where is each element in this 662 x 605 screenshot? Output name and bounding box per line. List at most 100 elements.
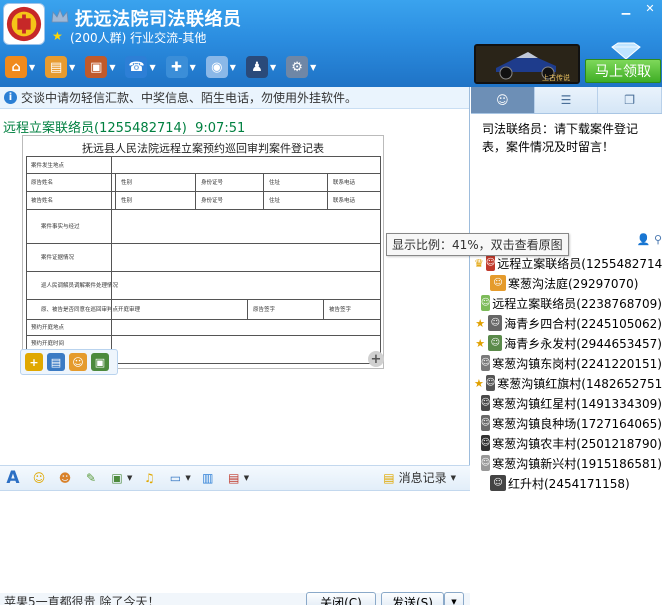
- zoom-tooltip: 显示比例：41%，双击查看原图: [386, 233, 569, 256]
- add-image-icon[interactable]: +: [25, 353, 43, 371]
- group-announcement: 司法联络员：请下载案件登记表，案件情况及时留言！: [482, 122, 639, 154]
- doodle-icon: ✎: [85, 471, 97, 485]
- forward-image-icon[interactable]: ☺: [69, 353, 87, 371]
- table-cell: 住址: [269, 198, 281, 204]
- table-col-divider: [111, 191, 112, 209]
- list-item[interactable]: ☺ 红升村(2454171158): [471, 473, 662, 493]
- role-badge-empty: [474, 416, 479, 430]
- toolbar-settings-button[interactable]: ⚙ ▼: [283, 54, 319, 80]
- role-badge-icon: ★: [475, 316, 486, 330]
- toolbar-board-button[interactable]: ✚ ▼: [163, 54, 199, 80]
- toolbar-album-button[interactable]: ▣ ▼: [82, 54, 118, 80]
- message-time: 9:07:51: [195, 121, 246, 136]
- input-more-button[interactable]: ▤ ▼: [223, 468, 251, 488]
- claim-now-button[interactable]: 马上领取: [585, 59, 661, 83]
- member-avatar-icon: ☺: [480, 295, 491, 311]
- toolbar-home-button[interactable]: ⌂ ▼: [2, 54, 38, 80]
- main-toolbar: ⌂ ▼ ▤ ▼ ▣ ▼ ☎ ▼ ✚ ▼ ◉ ▼ ♟ ▼ ⚙ ▼: [2, 54, 319, 80]
- close-button[interactable]: 关闭(C): [306, 592, 376, 605]
- tab-list[interactable]: ☰: [535, 87, 599, 113]
- group-avatar[interactable]: [3, 3, 45, 45]
- table-col-divider: [327, 191, 328, 209]
- home-icon: ⌂: [5, 56, 27, 78]
- input-magic-emoji-button[interactable]: ☻: [54, 468, 76, 488]
- list-item[interactable]: ☺ 寒葱沟镇新兴村(1915186581): [471, 453, 662, 473]
- member-avatar-icon: ☺: [480, 435, 491, 451]
- list-item[interactable]: ☺ 远程立案联络员(2238768709): [471, 293, 662, 313]
- toolbar-member-button[interactable]: ♟ ▼: [243, 54, 279, 80]
- list-item[interactable]: ☺ 寒葱沟镇农丰村(2501218790): [471, 433, 662, 453]
- window-icon: ❐: [624, 93, 636, 107]
- table-row-label: 巡人民调解员调解案件处理情况: [41, 283, 119, 289]
- input-toolbar: A ☺ ☻ ✎ ▣ ▼ ♫ ▭ ▼ ▥ ▤ ▼ ▤ 消息记录 ▼: [0, 465, 470, 491]
- input-font-button[interactable]: A: [2, 468, 24, 488]
- list-item[interactable]: ☺ 寒葱沟镇良种场(1727164065): [471, 413, 662, 433]
- table-col-divider: [263, 173, 264, 191]
- toolbar-voice-button[interactable]: ☎ ▼: [122, 54, 158, 80]
- member-avatar-icon: ☺: [488, 335, 503, 351]
- role-badge-icon: ★: [475, 336, 486, 350]
- list-item[interactable]: ★ ☺ 寒葱沟镇红旗村(1482652751): [471, 373, 662, 393]
- list-item[interactable]: ★ ☺ 海青乡永发村(2944653457): [471, 333, 662, 353]
- table-col-divider: [111, 209, 112, 243]
- shared-image[interactable]: 抚远县人民法院远程立案预约巡回审判案件登记表 案件发生地点 原告姓名 性别 身份证号住…: [22, 135, 384, 369]
- message-input[interactable]: [0, 491, 470, 593]
- table-row-divider: [27, 299, 380, 300]
- send-options-button[interactable]: ▼: [444, 592, 464, 605]
- input-image-button[interactable]: ▣ ▼: [106, 468, 134, 488]
- add-member-icon[interactable]: 👤: [637, 233, 651, 246]
- message-sender[interactable]: 远程立案联络员(1255482714): [3, 121, 187, 136]
- member-name: 寒葱沟镇良种场(1727164065): [492, 416, 662, 431]
- close-window-button[interactable]: ✕: [638, 0, 662, 16]
- table-col-divider: [111, 299, 112, 319]
- input-vote-button[interactable]: ▥: [197, 468, 219, 488]
- message-history-button[interactable]: ▤ 消息记录 ▼: [383, 469, 456, 486]
- tab-window[interactable]: ❐: [598, 87, 662, 113]
- history-icon: ▤: [383, 470, 395, 485]
- table-row-label: 原、被告是否同意在巡回审判点开庭审理: [41, 307, 141, 313]
- table-row-label: 案件发生地点: [31, 163, 65, 169]
- input-emoji-button[interactable]: ☺: [28, 468, 50, 488]
- promo-banner[interactable]: 上古传说: [474, 44, 580, 84]
- edit-image-icon[interactable]: ▣: [91, 353, 109, 371]
- member-avatar-icon: ☺: [488, 315, 503, 331]
- list-item[interactable]: ☺ 寒葱沟镇红星村(1491334309): [471, 393, 662, 413]
- group-sidebar: ☺ ☰ ❐ 司法联络员：请下载案件登记表，案件情况及时留言！ 👤 ⚲ ♛ ☺ 远程立案联…: [471, 87, 662, 605]
- table-cell: 联系电话: [333, 180, 356, 186]
- chevron-down-icon: ▼: [69, 62, 76, 72]
- table-cell: 住址: [269, 180, 281, 186]
- member-avatar-icon: ☺: [480, 455, 491, 471]
- list-item[interactable]: ♛ ☺ 远程立案联络员(1255482714): [471, 253, 662, 273]
- input-screenshot-button[interactable]: ▭ ▼: [164, 468, 192, 488]
- toolbar-share-button[interactable]: ▤ ▼: [42, 54, 78, 80]
- list-item[interactable]: ★ ☺ 海青乡四合村(2245105062): [471, 313, 662, 333]
- table-row-divider: [27, 271, 380, 272]
- input-music-button[interactable]: ♫: [138, 468, 160, 488]
- search-icon[interactable]: ⚲: [654, 233, 662, 246]
- promo-caption: 上古传说: [542, 73, 570, 82]
- member-avatar-icon: ☺: [480, 355, 491, 371]
- emoji-icon: ☺: [32, 471, 46, 485]
- send-button[interactable]: 发送(S): [381, 592, 444, 605]
- table-row-label: 预约开庭时间: [31, 341, 65, 347]
- image-actions: + ▤ ☺ ▣: [20, 349, 118, 375]
- toolbar-video-button[interactable]: ◉ ▼: [203, 54, 239, 80]
- save-image-icon[interactable]: ▤: [47, 353, 65, 371]
- image-icon: ▣: [111, 471, 123, 485]
- board-icon: ✚: [165, 56, 188, 78]
- member-avatar-icon: ☺: [485, 255, 496, 271]
- tab-members[interactable]: ☺: [471, 87, 535, 113]
- member-avatar-icon: ☺: [485, 375, 496, 391]
- list-item[interactable]: ☺ 寒葱沟法庭(29297070): [471, 273, 662, 293]
- input-toolbar-items: A ☺ ☻ ✎ ▣ ▼ ♫ ▭ ▼ ▥ ▤ ▼: [2, 468, 251, 488]
- table-col-divider: [111, 243, 112, 271]
- table-cell: 性别: [121, 198, 133, 204]
- input-doodle-button[interactable]: ✎: [80, 468, 102, 488]
- table-col-divider: [111, 173, 112, 191]
- minimize-button[interactable]: ▁: [614, 0, 638, 16]
- list-item[interactable]: ☺ 寒葱沟镇东岗村(2241220151): [471, 353, 662, 373]
- star-icon: ★: [52, 29, 63, 43]
- zoom-in-icon[interactable]: +: [368, 351, 384, 367]
- member-list: ♛ ☺ 远程立案联络员(1255482714) ☺ 寒葱沟法庭(29297070) ☺ 远程…: [471, 253, 662, 493]
- magic-emoji-icon: ☻: [58, 471, 72, 485]
